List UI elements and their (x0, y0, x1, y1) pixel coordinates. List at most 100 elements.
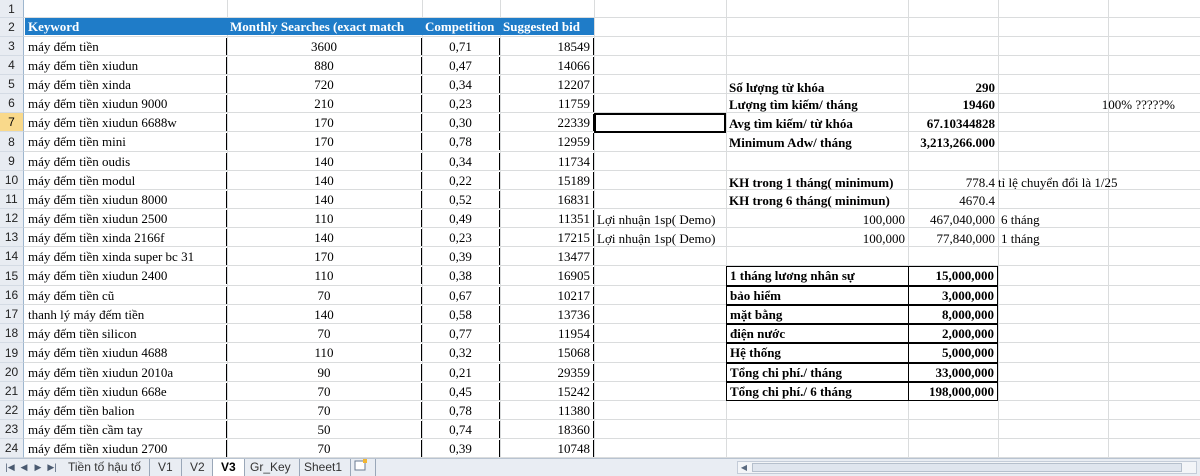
summary-keyword-count-label[interactable]: Số lượng từ khóa (726, 79, 908, 96)
prev-sheet-icon[interactable]: ◀ (18, 460, 30, 475)
monthly-searches-cell[interactable]: 170 (227, 133, 422, 150)
suggested-bid-cell[interactable]: 17215 (500, 229, 594, 246)
monthly-searches-cell[interactable]: 170 (227, 248, 422, 265)
competition-cell[interactable]: 0,23 (422, 229, 500, 246)
header-keyword[interactable]: Keyword (25, 18, 227, 35)
spreadsheet-grid[interactable]: 1 2 3 4 5 6 7 8 9 10 11 12 13 14 15 16 17 18 19 20 21 22 23 24 … (0, 0, 1200, 458)
cost-label[interactable]: Tổng chi phí./ 6 tháng (726, 382, 909, 401)
tab-v2[interactable]: V2 (182, 459, 214, 476)
suggested-bid-cell[interactable]: 12959 (500, 133, 594, 150)
competition-cell[interactable]: 0,39 (422, 440, 500, 457)
suggested-bid-cell[interactable]: 18360 (500, 421, 594, 438)
tab-sheet1[interactable]: Sheet1 (296, 459, 352, 476)
header-monthly-searches[interactable]: Monthly Searches (exact match (227, 18, 422, 35)
keyword-cell[interactable]: máy đếm tiền xinda super bc 31 (25, 248, 227, 265)
competition-cell[interactable]: 0,39 (422, 248, 500, 265)
keyword-cell[interactable]: máy đếm tiền xiudun 2700 (25, 440, 227, 457)
row-header[interactable]: 14 (0, 247, 24, 266)
suggested-bid-cell[interactable]: 15242 (500, 383, 594, 400)
summary-kh6-label[interactable]: KH trong 6 tháng( minimun) (726, 192, 908, 209)
monthly-searches-cell[interactable]: 140 (227, 306, 422, 323)
keyword-cell[interactable]: thanh lý máy đếm tiền (25, 306, 227, 323)
monthly-searches-cell[interactable]: 50 (227, 421, 422, 438)
row-header[interactable]: 15 (0, 266, 24, 286)
suggested-bid-cell[interactable]: 13477 (500, 248, 594, 265)
cost-value[interactable]: 2,000,000 (908, 324, 998, 343)
suggested-bid-cell[interactable]: 11954 (500, 325, 594, 342)
summary-monthly-searches-label[interactable]: Lượng tìm kiếm/ tháng (726, 96, 908, 113)
suggested-bid-cell[interactable]: 15068 (500, 344, 594, 361)
suggested-bid-cell[interactable]: 29359 (500, 364, 594, 381)
row-header[interactable]: 17 (0, 305, 24, 324)
monthly-searches-cell[interactable]: 170 (227, 114, 422, 131)
next-sheet-icon[interactable]: ▶ (32, 460, 44, 475)
competition-cell[interactable]: 0,34 (422, 76, 500, 93)
competition-cell[interactable]: 0,22 (422, 172, 500, 189)
monthly-searches-cell[interactable]: 880 (227, 57, 422, 74)
monthly-searches-cell[interactable]: 140 (227, 153, 422, 170)
keyword-cell[interactable]: máy đếm tiền balion (25, 402, 227, 419)
competition-cell[interactable]: 0,32 (422, 344, 500, 361)
cost-label[interactable]: bảo hiểm (726, 286, 909, 305)
monthly-searches-cell[interactable]: 110 (227, 267, 422, 284)
competition-cell[interactable]: 0,74 (422, 421, 500, 438)
competition-cell[interactable]: 0,21 (422, 364, 500, 381)
monthly-searches-cell[interactable]: 140 (227, 191, 422, 208)
summary-kh1-label[interactable]: KH trong 1 tháng( minimum) (726, 174, 908, 191)
row-header[interactable]: 18 (0, 324, 24, 343)
insert-sheet-icon[interactable] (350, 458, 376, 476)
suggested-bid-cell[interactable]: 10217 (500, 287, 594, 304)
row-header[interactable]: 24 (0, 439, 24, 458)
tab-v3[interactable]: V3 (212, 459, 245, 476)
summary-monthly-searches-value[interactable]: 19460 (908, 96, 998, 113)
row-header[interactable]: 16 (0, 286, 24, 305)
horizontal-scrollbar[interactable]: ◀ (737, 461, 1197, 474)
competition-cell[interactable]: 0,71 (422, 38, 500, 55)
summary-kh6-value[interactable]: 4670.4 (908, 192, 998, 209)
monthly-searches-cell[interactable]: 210 (227, 95, 422, 112)
cost-label[interactable]: điện nước (726, 324, 909, 343)
competition-cell[interactable]: 0,23 (422, 95, 500, 112)
summary-kh1-value[interactable]: 778.4 (908, 174, 998, 191)
row-header[interactable]: 6 (0, 94, 24, 113)
row-header[interactable]: 5 (0, 75, 24, 94)
summary-monthly-searches-percent[interactable]: 100% ?????% (1000, 96, 1178, 113)
keyword-cell[interactable]: máy đếm tiền xiudun 668e (25, 383, 227, 400)
row-header[interactable]: 1 (0, 0, 24, 18)
row-header[interactable]: 12 (0, 209, 24, 228)
monthly-searches-cell[interactable]: 70 (227, 325, 422, 342)
profit-row2-label[interactable]: Lợi nhuận 1sp( Demo) (594, 230, 726, 247)
tab-tien-to-hau-to[interactable]: Tiền tố hậu tố (60, 459, 150, 476)
monthly-searches-cell[interactable]: 70 (227, 402, 422, 419)
monthly-searches-cell[interactable]: 140 (227, 229, 422, 246)
monthly-searches-cell[interactable]: 720 (227, 76, 422, 93)
row-header[interactable]: 7 (0, 113, 24, 132)
summary-min-adw-label[interactable]: Minimum Adw/ tháng (726, 134, 908, 151)
keyword-cell[interactable]: máy đếm tiền silicon (25, 325, 227, 342)
profit-row2-total[interactable]: 77,840,000 (908, 230, 998, 247)
cost-label[interactable]: 1 tháng lương nhân sự (726, 266, 909, 286)
cost-value[interactable]: 3,000,000 (908, 286, 998, 305)
cost-label[interactable]: mặt bằng (726, 305, 909, 324)
keyword-cell[interactable]: máy đếm tiền xiudun 2500 (25, 210, 227, 227)
keyword-cell[interactable]: máy đếm tiền cầm tay (25, 421, 227, 438)
monthly-searches-cell[interactable]: 110 (227, 344, 422, 361)
row-header[interactable]: 23 (0, 420, 24, 439)
summary-keyword-count-value[interactable]: 290 (908, 79, 998, 96)
keyword-cell[interactable]: máy đếm tiền xiudun 2010a (25, 364, 227, 381)
cost-value[interactable]: 15,000,000 (908, 266, 998, 286)
suggested-bid-cell[interactable]: 13736 (500, 306, 594, 323)
monthly-searches-cell[interactable]: 70 (227, 440, 422, 457)
cost-value[interactable]: 198,000,000 (908, 382, 998, 401)
row-header[interactable]: 2 (0, 18, 24, 37)
keyword-cell[interactable]: máy đếm tiền xiudun 6688w (25, 114, 227, 131)
keyword-cell[interactable]: máy đếm tiền xiudun 8000 (25, 191, 227, 208)
suggested-bid-cell[interactable]: 22339 (500, 114, 594, 131)
summary-kh1-note[interactable]: tỉ lệ chuyển đổi là 1/25 (995, 174, 1195, 191)
row-header[interactable]: 20 (0, 363, 24, 382)
suggested-bid-cell[interactable]: 11380 (500, 402, 594, 419)
monthly-searches-cell[interactable]: 70 (227, 383, 422, 400)
monthly-searches-cell[interactable]: 110 (227, 210, 422, 227)
suggested-bid-cell[interactable]: 11734 (500, 153, 594, 170)
tab-gr-key[interactable]: Gr_Key (242, 459, 300, 476)
